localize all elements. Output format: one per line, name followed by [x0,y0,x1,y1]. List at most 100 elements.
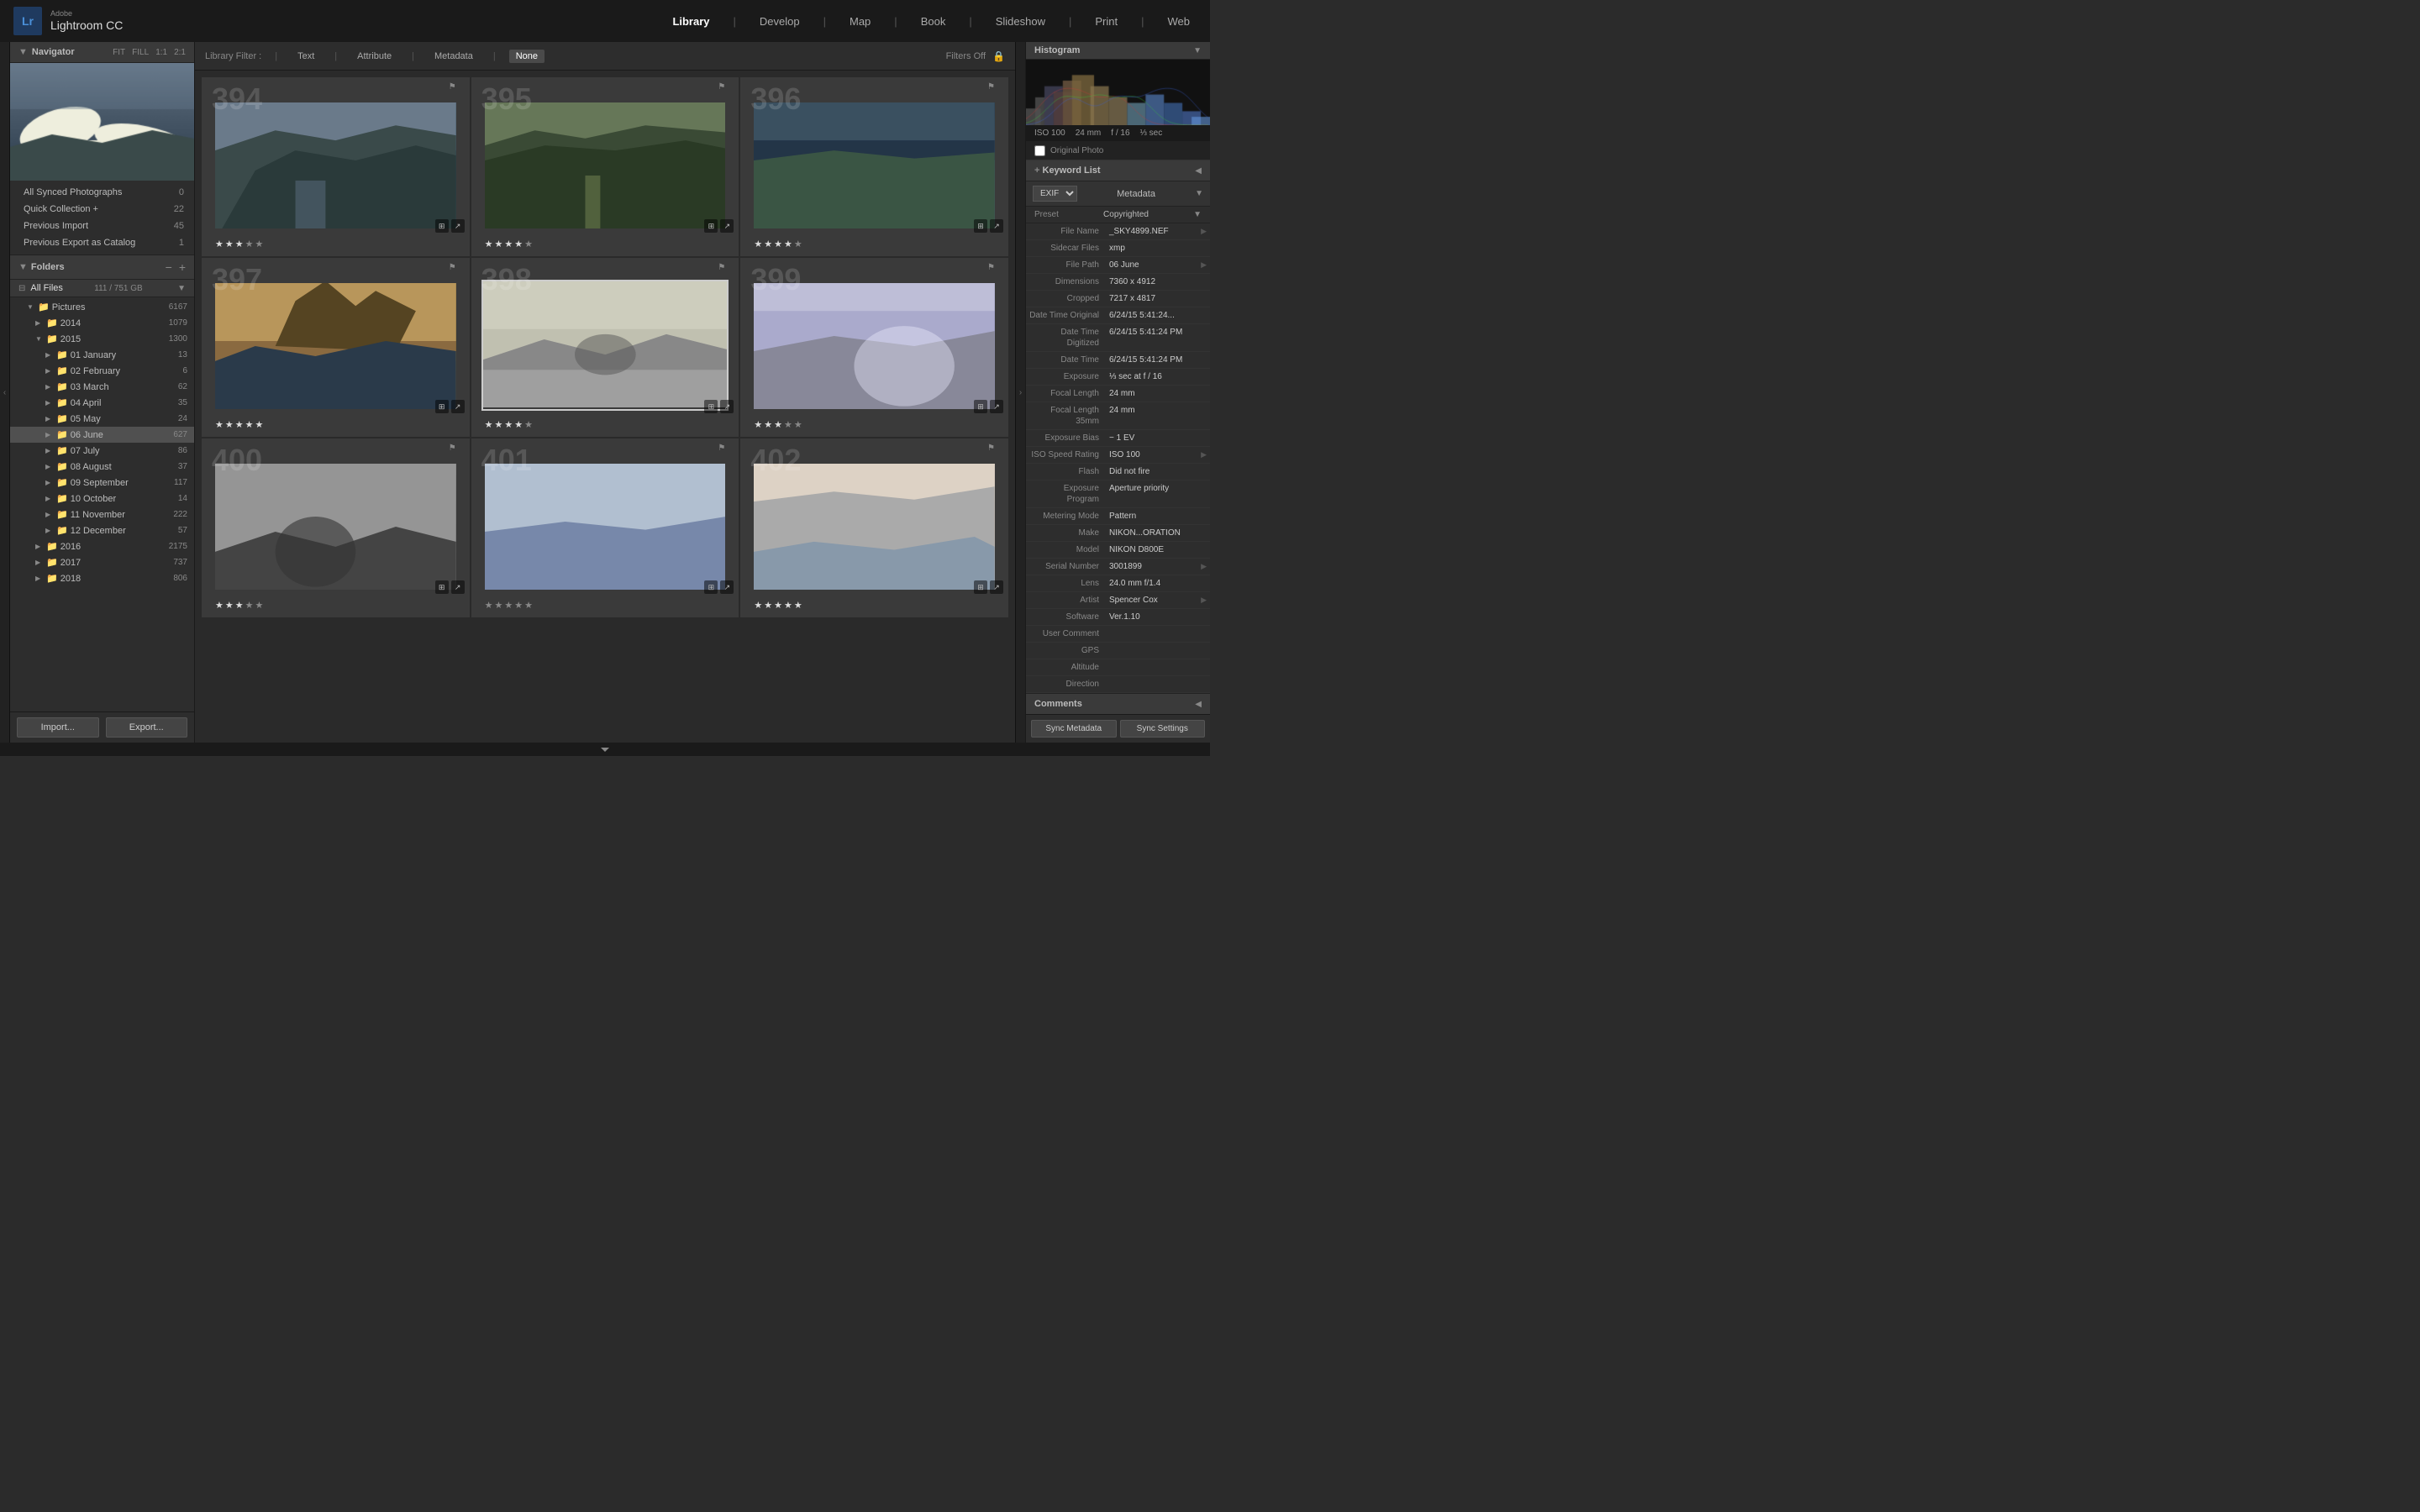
folder-06-june[interactable]: ▶ 📁 06 June 627 [10,427,194,443]
star-rating-394[interactable]: ★ ★ ★ ★ ★ [202,235,470,256]
filter-metadata-button[interactable]: Metadata [428,50,480,63]
filter-text-button[interactable]: Text [291,50,321,63]
left-panel-toggle[interactable]: ‹ [0,42,10,743]
star-rating-398[interactable]: ★ ★ ★ ★ ★ [471,416,739,437]
filter-attribute-button[interactable]: Attribute [350,50,398,63]
folder-2017[interactable]: ▶ 📁 2017 737 [10,554,194,570]
folder-03-march[interactable]: ▶ 📁 03 March 62 [10,379,194,395]
metadata-exif-select[interactable]: EXIF IPTC All [1033,186,1077,202]
lr-logo: Lr [13,7,42,35]
meta-row-sidecar: Sidecar Files xmp [1026,240,1210,257]
photo-cell-395[interactable]: 395 ⚑ [471,77,739,256]
metadata-header: EXIF IPTC All Metadata ▼ [1026,181,1210,207]
preset-dropdown[interactable]: ▼ [1193,210,1202,219]
all-files-dropdown[interactable]: ▼ [177,284,186,293]
photo-cell-396[interactable]: 396 ⚑ [740,77,1008,256]
folder-04-april[interactable]: ▶ 📁 04 April 35 [10,395,194,411]
catalog-all-synced[interactable]: All Synced Photographs 0 [10,184,194,201]
expand-arrow: ▼ [27,303,35,311]
grid-icon: ⊞ [974,219,987,233]
navigator-header[interactable]: ▼ Navigator FIT FILL 1:1 2:1 [10,42,194,63]
photo-icons-395: ⊞ ↗ [704,219,734,233]
folder-12-december[interactable]: ▶ 📁 12 December 57 [10,522,194,538]
folder-tree: ▼ 📁 Pictures 6167 ▶ 📁 2014 1079 ▼ [10,297,194,588]
nav-develop[interactable]: Develop [753,12,807,31]
nav-slideshow[interactable]: Slideshow [989,12,1052,31]
star-rating-396[interactable]: ★ ★ ★ ★ ★ [740,235,1008,256]
folder-pictures[interactable]: ▼ 📁 Pictures 6167 [10,299,194,315]
photo-thumbnail-399 [754,283,995,409]
star-rating-395[interactable]: ★ ★ ★ ★ ★ [471,235,739,256]
metadata-arrow[interactable]: ▼ [1195,189,1203,198]
photo-cell-399[interactable]: 399 ⚑ ⊞ ↗ [740,258,1008,437]
folder-2014[interactable]: ▶ 📁 2014 1079 [10,315,194,331]
folders-remove[interactable]: − [166,260,172,274]
flag-icon: ⚑ [987,82,995,92]
sync-metadata-button[interactable]: Sync Metadata [1031,720,1117,738]
photo-icons-394: ⊞ ↗ [435,219,465,233]
original-photo-check[interactable]: Original Photo [1026,142,1210,160]
photo-cell-397[interactable]: 397 ⚑ [202,258,470,437]
folder-10-october[interactable]: ▶ 📁 10 October 14 [10,491,194,507]
folder-11-november[interactable]: ▶ 📁 11 November 222 [10,507,194,522]
filter-right: Filters Off 🔒 [946,50,1005,62]
folder-02-february[interactable]: ▶ 📁 02 February 6 [10,363,194,379]
photo-icons-398: ⊞ ↗ [704,400,734,413]
folder-2016[interactable]: ▶ 📁 2016 2175 [10,538,194,554]
folder-icon: 📁 [38,302,50,312]
folder-08-august[interactable]: ▶ 📁 08 August 37 [10,459,194,475]
lock-icon[interactable]: 🔒 [992,50,1005,62]
focal-length-value: 24 mm [1076,129,1102,138]
catalog-previous-import[interactable]: Previous Import 45 [10,218,194,234]
app-title: Adobe Lightroom CC [50,9,123,33]
keyword-list-section[interactable]: + Keyword List ◀ [1026,160,1210,181]
import-button[interactable]: Import... [17,717,99,738]
photo-cell-398[interactable]: 398 ⚑ [471,258,739,437]
folder-01-january[interactable]: ▶ 📁 01 January 13 [10,347,194,363]
folder-05-may[interactable]: ▶ 📁 05 May 24 [10,411,194,427]
photo-cell-400[interactable]: 400 ⚑ ⊞ ↗ [202,438,470,617]
folders-add[interactable]: + [179,260,186,274]
filter-none-button[interactable]: None [509,50,544,63]
folders-title: ▼ Folders [18,262,65,272]
folder-09-september[interactable]: ▶ 📁 09 September 117 [10,475,194,491]
star-rating-401[interactable]: ★ ★ ★ ★ ★ [471,596,739,617]
folder-icon: 📁 [46,318,58,328]
original-photo-label: Original Photo [1050,146,1103,155]
photo-cell-402[interactable]: 402 ⚑ [740,438,1008,617]
folder-07-july[interactable]: ▶ 📁 07 July 86 [10,443,194,459]
bottom-arrow[interactable] [601,748,609,752]
comments-arrow: ◀ [1195,700,1202,709]
folder-icon: 📁 [56,445,68,456]
meta-row-filename: File Name _SKY4899.NEF ▶ [1026,223,1210,240]
lightroom-title: Lightroom CC [50,18,123,33]
metadata-preset-row: Preset Copyrighted ▼ [1026,207,1210,223]
star-rating-400[interactable]: ★ ★ ★ ★ ★ [202,596,470,617]
folder-2018[interactable]: ▶ 📁 2018 806 [10,570,194,586]
photo-cell-394[interactable]: 394 ⚑ [202,77,470,256]
export-button[interactable]: Export... [106,717,188,738]
all-files-bar[interactable]: ⊟ All Files 111 / 751 GB ▼ [10,280,194,297]
comments-section[interactable]: Comments ◀ [1026,693,1210,714]
histogram-arrow[interactable]: ▼ [1193,46,1202,55]
meta-row-focal: Focal Length 24 mm [1026,386,1210,402]
original-photo-checkbox[interactable] [1034,145,1045,156]
folder-2015[interactable]: ▼ 📁 2015 1300 [10,331,194,347]
nav-library[interactable]: Library [666,12,716,31]
photo-cell-401[interactable]: 401 ⚑ ⊞ ↗ [471,438,739,617]
histogram-header[interactable]: Histogram ▼ [1026,42,1210,60]
folders-header[interactable]: ▼ Folders − + [10,255,194,280]
nav-map[interactable]: Map [843,12,877,31]
star-rating-399[interactable]: ★ ★ ★ ★ ★ [740,416,1008,437]
star-rating-402[interactable]: ★ ★ ★ ★ ★ [740,596,1008,617]
grid-icon: ↗ [990,400,1003,413]
star-rating-397[interactable]: ★ ★ ★ ★ ★ [202,416,470,437]
preset-value: Copyrighted [1103,210,1149,219]
nav-book[interactable]: Book [914,12,953,31]
catalog-previous-export[interactable]: Previous Export as Catalog 1 [10,234,194,251]
nav-print[interactable]: Print [1088,12,1124,31]
right-panel-toggle[interactable]: › [1015,42,1025,743]
catalog-quick-collection[interactable]: Quick Collection + 22 [10,201,194,218]
nav-web[interactable]: Web [1161,12,1197,31]
sync-settings-button[interactable]: Sync Settings [1120,720,1206,738]
